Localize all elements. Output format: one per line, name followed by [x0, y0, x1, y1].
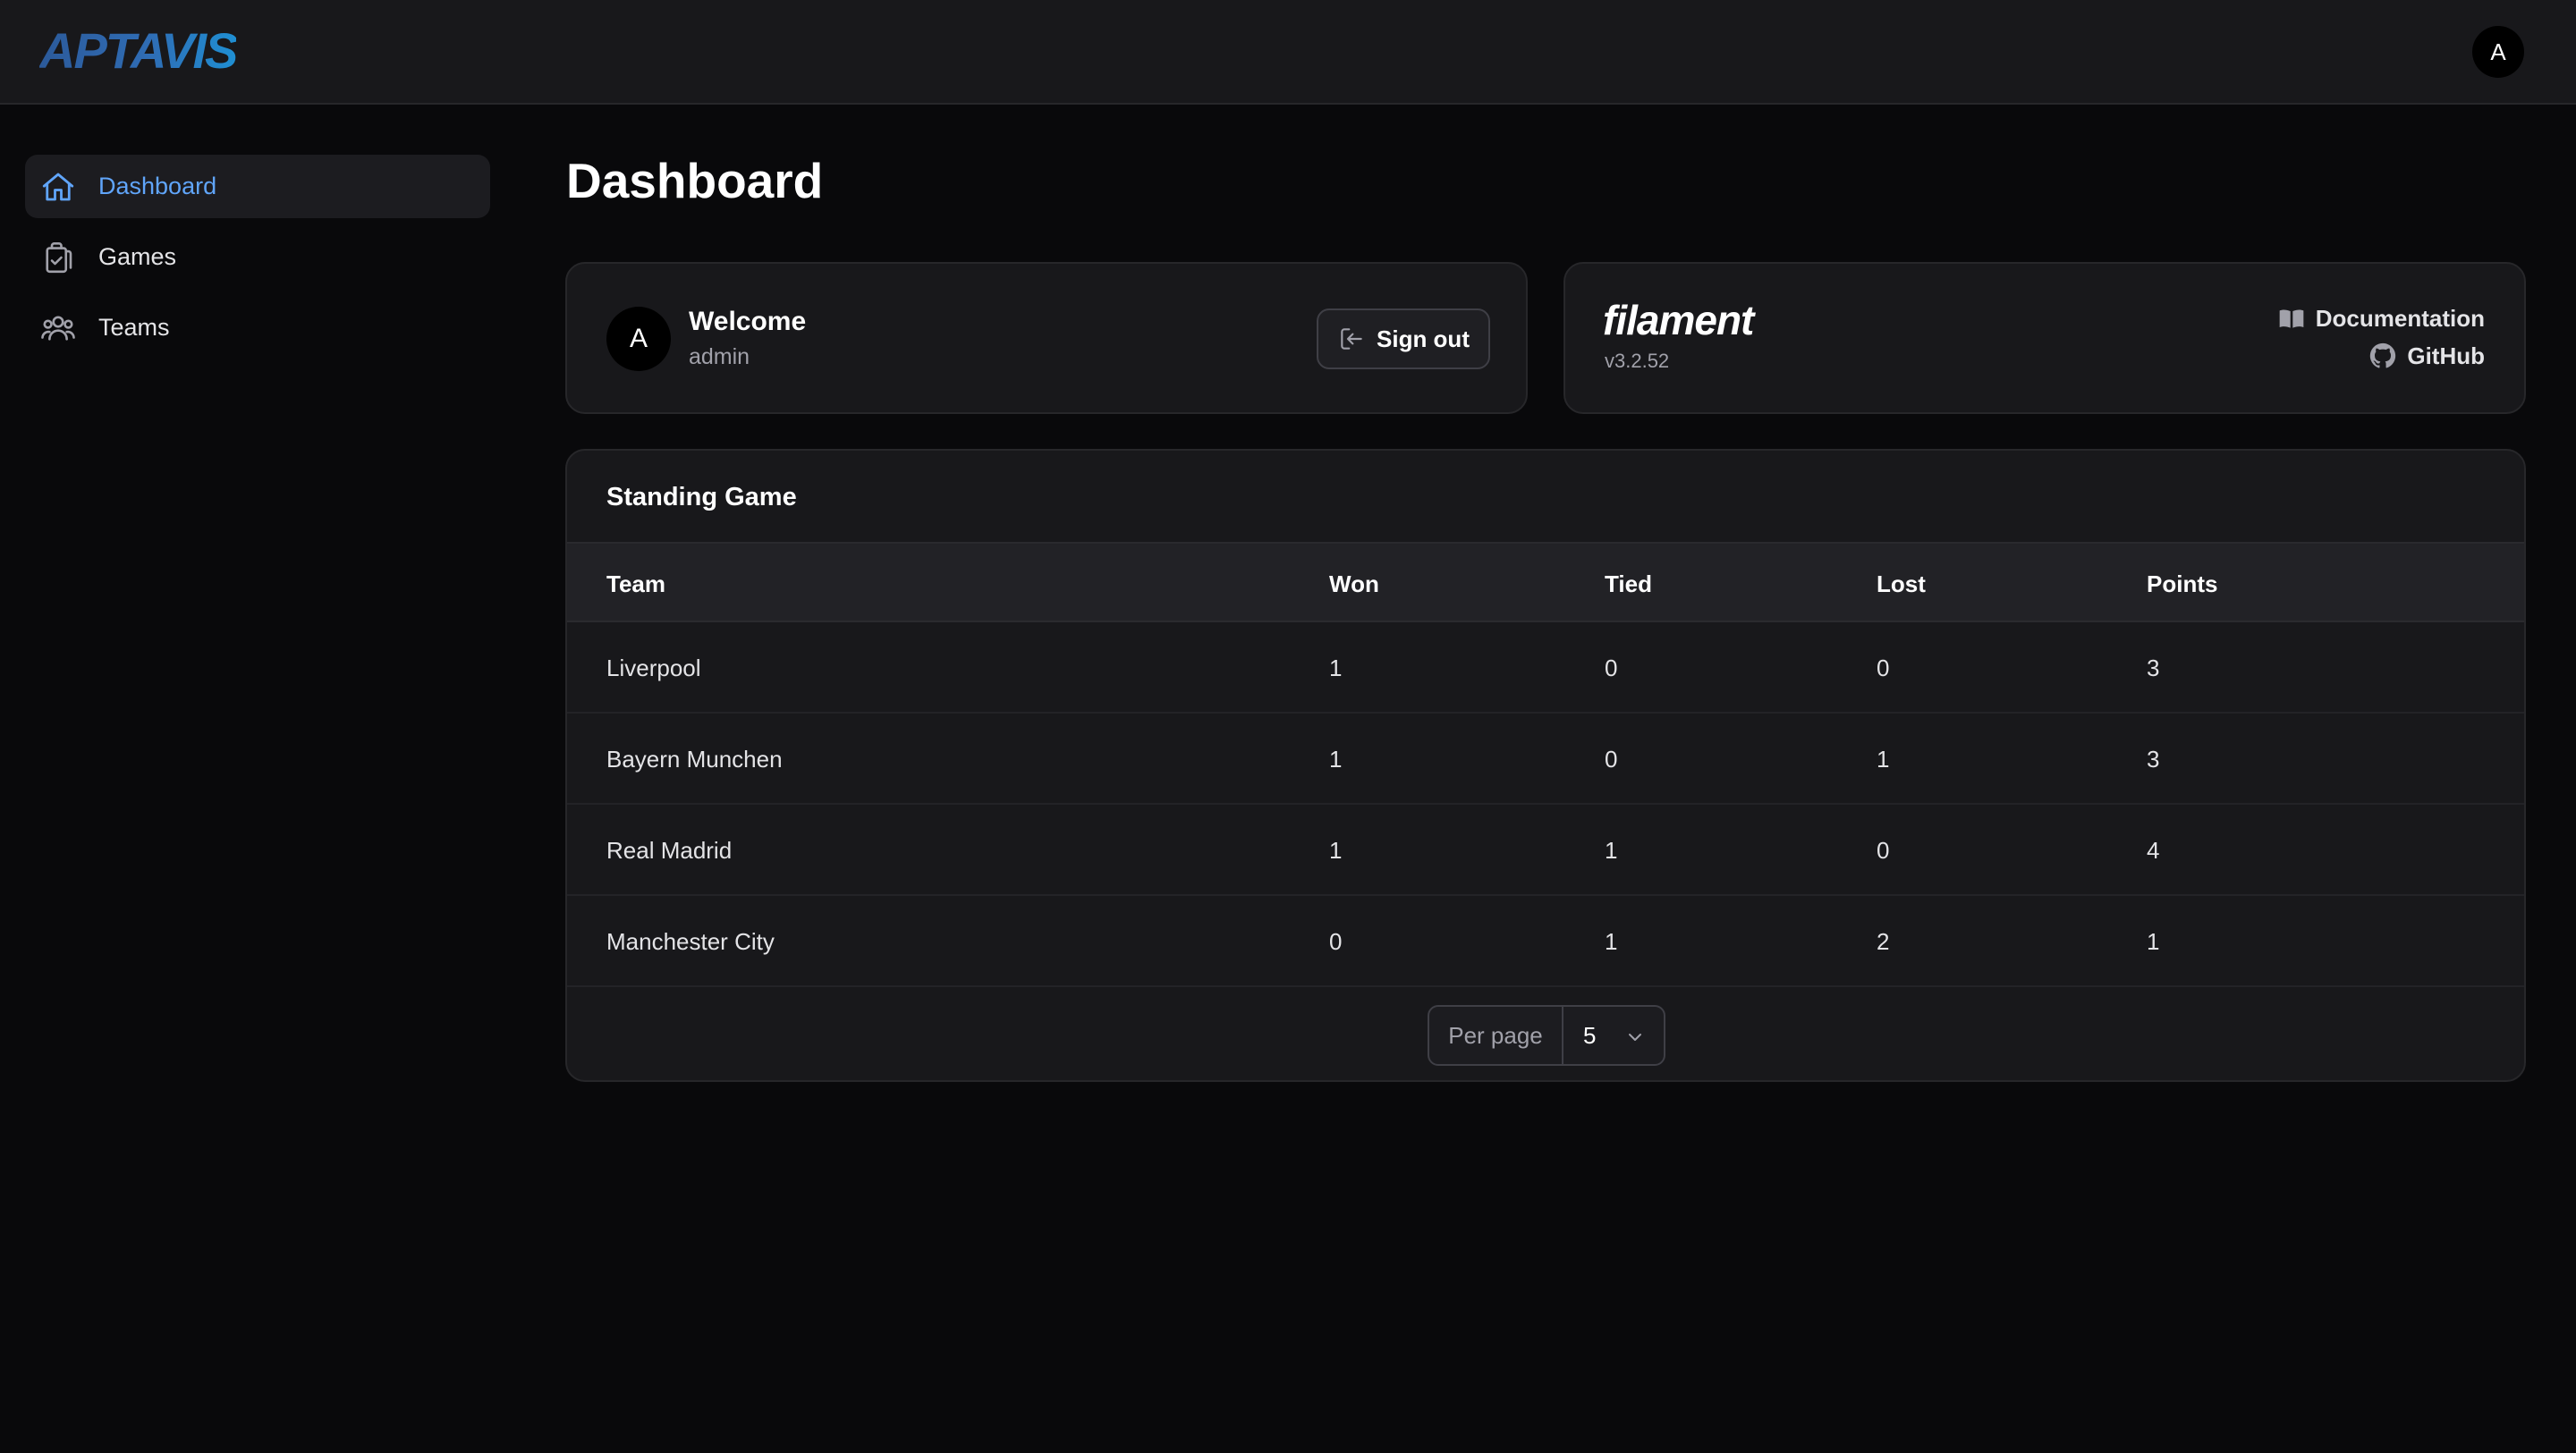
account-widget: A Welcome admin Sign out — [565, 262, 1528, 414]
won-cell: 0 — [1329, 928, 1343, 955]
filament-logo[interactable]: filament — [1603, 296, 1754, 344]
github-link[interactable]: GitHub — [2368, 341, 2485, 371]
tied-cell: 1 — [1605, 928, 1618, 955]
team-cell: Liverpool — [606, 655, 701, 681]
table-header: Team Won Tied Lost Points — [567, 542, 2524, 622]
table-title: Standing Game — [606, 483, 797, 511]
tied-cell: 0 — [1605, 746, 1618, 773]
chevron-down-icon — [1624, 1026, 1646, 1048]
top-bar: APTAVIS A — [0, 0, 2576, 105]
welcome-heading: Welcome — [689, 307, 807, 336]
table-row[interactable]: Real Madrid 1 1 0 4 — [567, 805, 2524, 896]
sidebar-item-teams[interactable]: Teams — [25, 296, 490, 359]
column-header-team: Team — [606, 570, 665, 597]
team-cell: Manchester City — [606, 928, 775, 955]
lost-cell: 2 — [1877, 928, 1890, 955]
github-icon — [2368, 341, 2398, 371]
won-cell: 1 — [1329, 837, 1343, 864]
points-cell: 3 — [2147, 746, 2160, 773]
avatar: A — [606, 307, 671, 371]
points-cell: 4 — [2147, 837, 2160, 864]
sign-out-button[interactable]: Sign out — [1317, 308, 1490, 369]
github-label: GitHub — [2407, 342, 2485, 369]
table-row[interactable]: Manchester City 0 1 2 1 — [567, 896, 2524, 987]
table-footer: Per page 5 — [567, 985, 2524, 1080]
sidebar-item-dashboard[interactable]: Dashboard — [25, 155, 490, 218]
page-title: Dashboard — [566, 153, 824, 208]
sidebar-item-games[interactable]: Games — [25, 225, 490, 289]
lost-cell: 0 — [1877, 655, 1890, 681]
documentation-link[interactable]: Documentation — [2276, 303, 2485, 334]
user-avatar[interactable]: A — [2472, 26, 2524, 78]
sidebar-item-label: Dashboard — [98, 173, 217, 199]
team-cell: Real Madrid — [606, 837, 733, 864]
won-cell: 1 — [1329, 655, 1343, 681]
column-header-tied: Tied — [1605, 570, 1652, 597]
documentation-label: Documentation — [2315, 304, 2485, 332]
lost-cell: 1 — [1877, 746, 1890, 773]
table-row[interactable]: Bayern Munchen 1 0 1 3 — [567, 714, 2524, 805]
home-icon — [39, 168, 77, 206]
tied-cell: 1 — [1605, 837, 1618, 864]
points-cell: 3 — [2147, 655, 2160, 681]
sidebar: Dashboard Games Teams — [25, 155, 490, 367]
column-header-lost: Lost — [1877, 570, 1926, 597]
username-text: admin — [689, 344, 750, 369]
column-header-points: Points — [2147, 570, 2218, 597]
column-header-won: Won — [1329, 570, 1379, 597]
sidebar-item-label: Teams — [98, 314, 170, 341]
table-row[interactable]: Liverpool 1 0 0 3 — [567, 622, 2524, 714]
standings-table-widget: Standing Game Team Won Tied Lost Points … — [565, 449, 2526, 1082]
per-page-value: 5 — [1583, 1021, 1597, 1049]
clipboard-check-icon — [39, 239, 77, 276]
aptavis-logo[interactable]: APTAVIS — [39, 26, 238, 76]
per-page-select[interactable]: 5 — [1563, 1007, 1664, 1064]
per-page-label: Per page — [1429, 1007, 1563, 1064]
sidebar-item-label: Games — [98, 243, 177, 270]
per-page-control: Per page 5 — [1428, 1005, 1665, 1066]
lost-cell: 0 — [1877, 837, 1890, 864]
team-cell: Bayern Munchen — [606, 746, 783, 773]
sign-out-icon — [1337, 325, 1366, 353]
won-cell: 1 — [1329, 746, 1343, 773]
book-open-icon — [2276, 303, 2307, 334]
points-cell: 1 — [2147, 928, 2160, 955]
sign-out-label: Sign out — [1377, 325, 1470, 352]
user-group-icon — [39, 309, 77, 347]
filament-info-widget: filament v3.2.52 Documentation GitHub — [1563, 262, 2526, 414]
version-text: v3.2.52 — [1605, 350, 1670, 372]
tied-cell: 0 — [1605, 655, 1618, 681]
